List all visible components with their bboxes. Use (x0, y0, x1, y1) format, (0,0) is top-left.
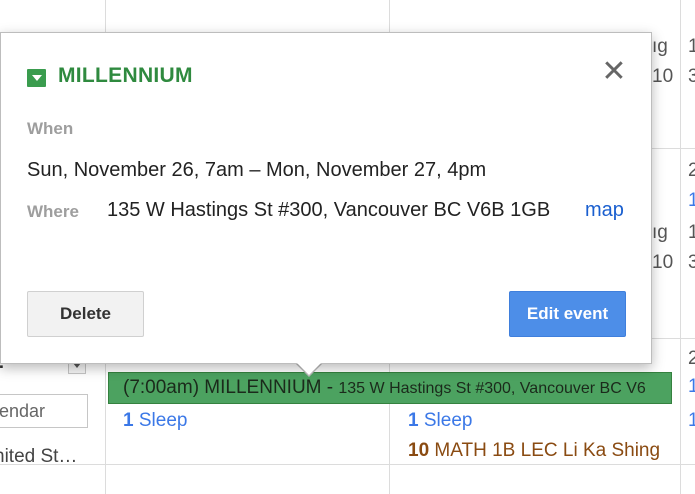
background-day-text: ıg (652, 222, 668, 243)
map-link[interactable]: map (585, 199, 624, 222)
add-calendar-input[interactable]: lendar (0, 394, 88, 428)
background-day-text: 10 (652, 66, 674, 87)
edge-date-number: 1 (688, 190, 695, 211)
where-label: Where (27, 202, 79, 221)
event-title: MILLENNIUM (58, 64, 193, 87)
edge-date-number: 2 (688, 160, 695, 181)
sleep-count: 1 (123, 410, 134, 431)
where-value: 135 W Hastings St #300, Vancouver BC V6B… (107, 199, 551, 221)
grid-line (0, 464, 695, 465)
edge-date-number: 1 (688, 376, 695, 397)
sleep-event[interactable]: 1 Sleep (408, 410, 472, 432)
sleep-label: Sleep (423, 410, 473, 431)
delete-button[interactable]: Delete (27, 291, 144, 337)
sidebar-country-item[interactable]: nited St… (0, 446, 77, 468)
math-label: MATH 1B LEC Li Ka Shing (434, 440, 661, 461)
edge-date-number: 1 (688, 410, 695, 431)
close-icon[interactable]: ✕ (599, 57, 629, 87)
event-bar-millennium[interactable]: (7:00am) MILLENNIUM - 135 W Hastings St … (108, 372, 672, 404)
sleep-label: Sleep (138, 410, 188, 431)
when-label: When (27, 119, 74, 138)
calendar-color-dropdown-icon[interactable] (27, 69, 46, 87)
grid-line (680, 0, 681, 494)
background-day-text: ıg (652, 36, 668, 57)
event-details-popup: MILLENNIUM ✕ When Sun, November 26, 7am … (0, 32, 652, 364)
math-count: 10 (408, 440, 430, 461)
popup-pointer-fill (296, 362, 322, 375)
edge-date-number: 3 (688, 252, 695, 273)
math-event[interactable]: 10 MATH 1B LEC Li Ka Shing (408, 440, 660, 462)
edge-date-number: 3 (688, 66, 695, 87)
when-value: Sun, November 26, 7am – Mon, November 27… (27, 159, 487, 181)
edge-date-number: 1 (688, 36, 695, 57)
event-bar-location: 135 W Hastings St #300, Vancouver BC V6 (338, 380, 646, 397)
sleep-count: 1 (408, 410, 419, 431)
event-bar-title: (7:00am) MILLENNIUM - (123, 377, 339, 398)
edge-date-number: 2 (688, 348, 695, 369)
background-day-text: 10 (652, 252, 674, 273)
sleep-event[interactable]: 1 Sleep (123, 410, 187, 432)
edge-date-number: 1 (688, 222, 695, 243)
edit-event-button[interactable]: Edit event (509, 291, 626, 337)
